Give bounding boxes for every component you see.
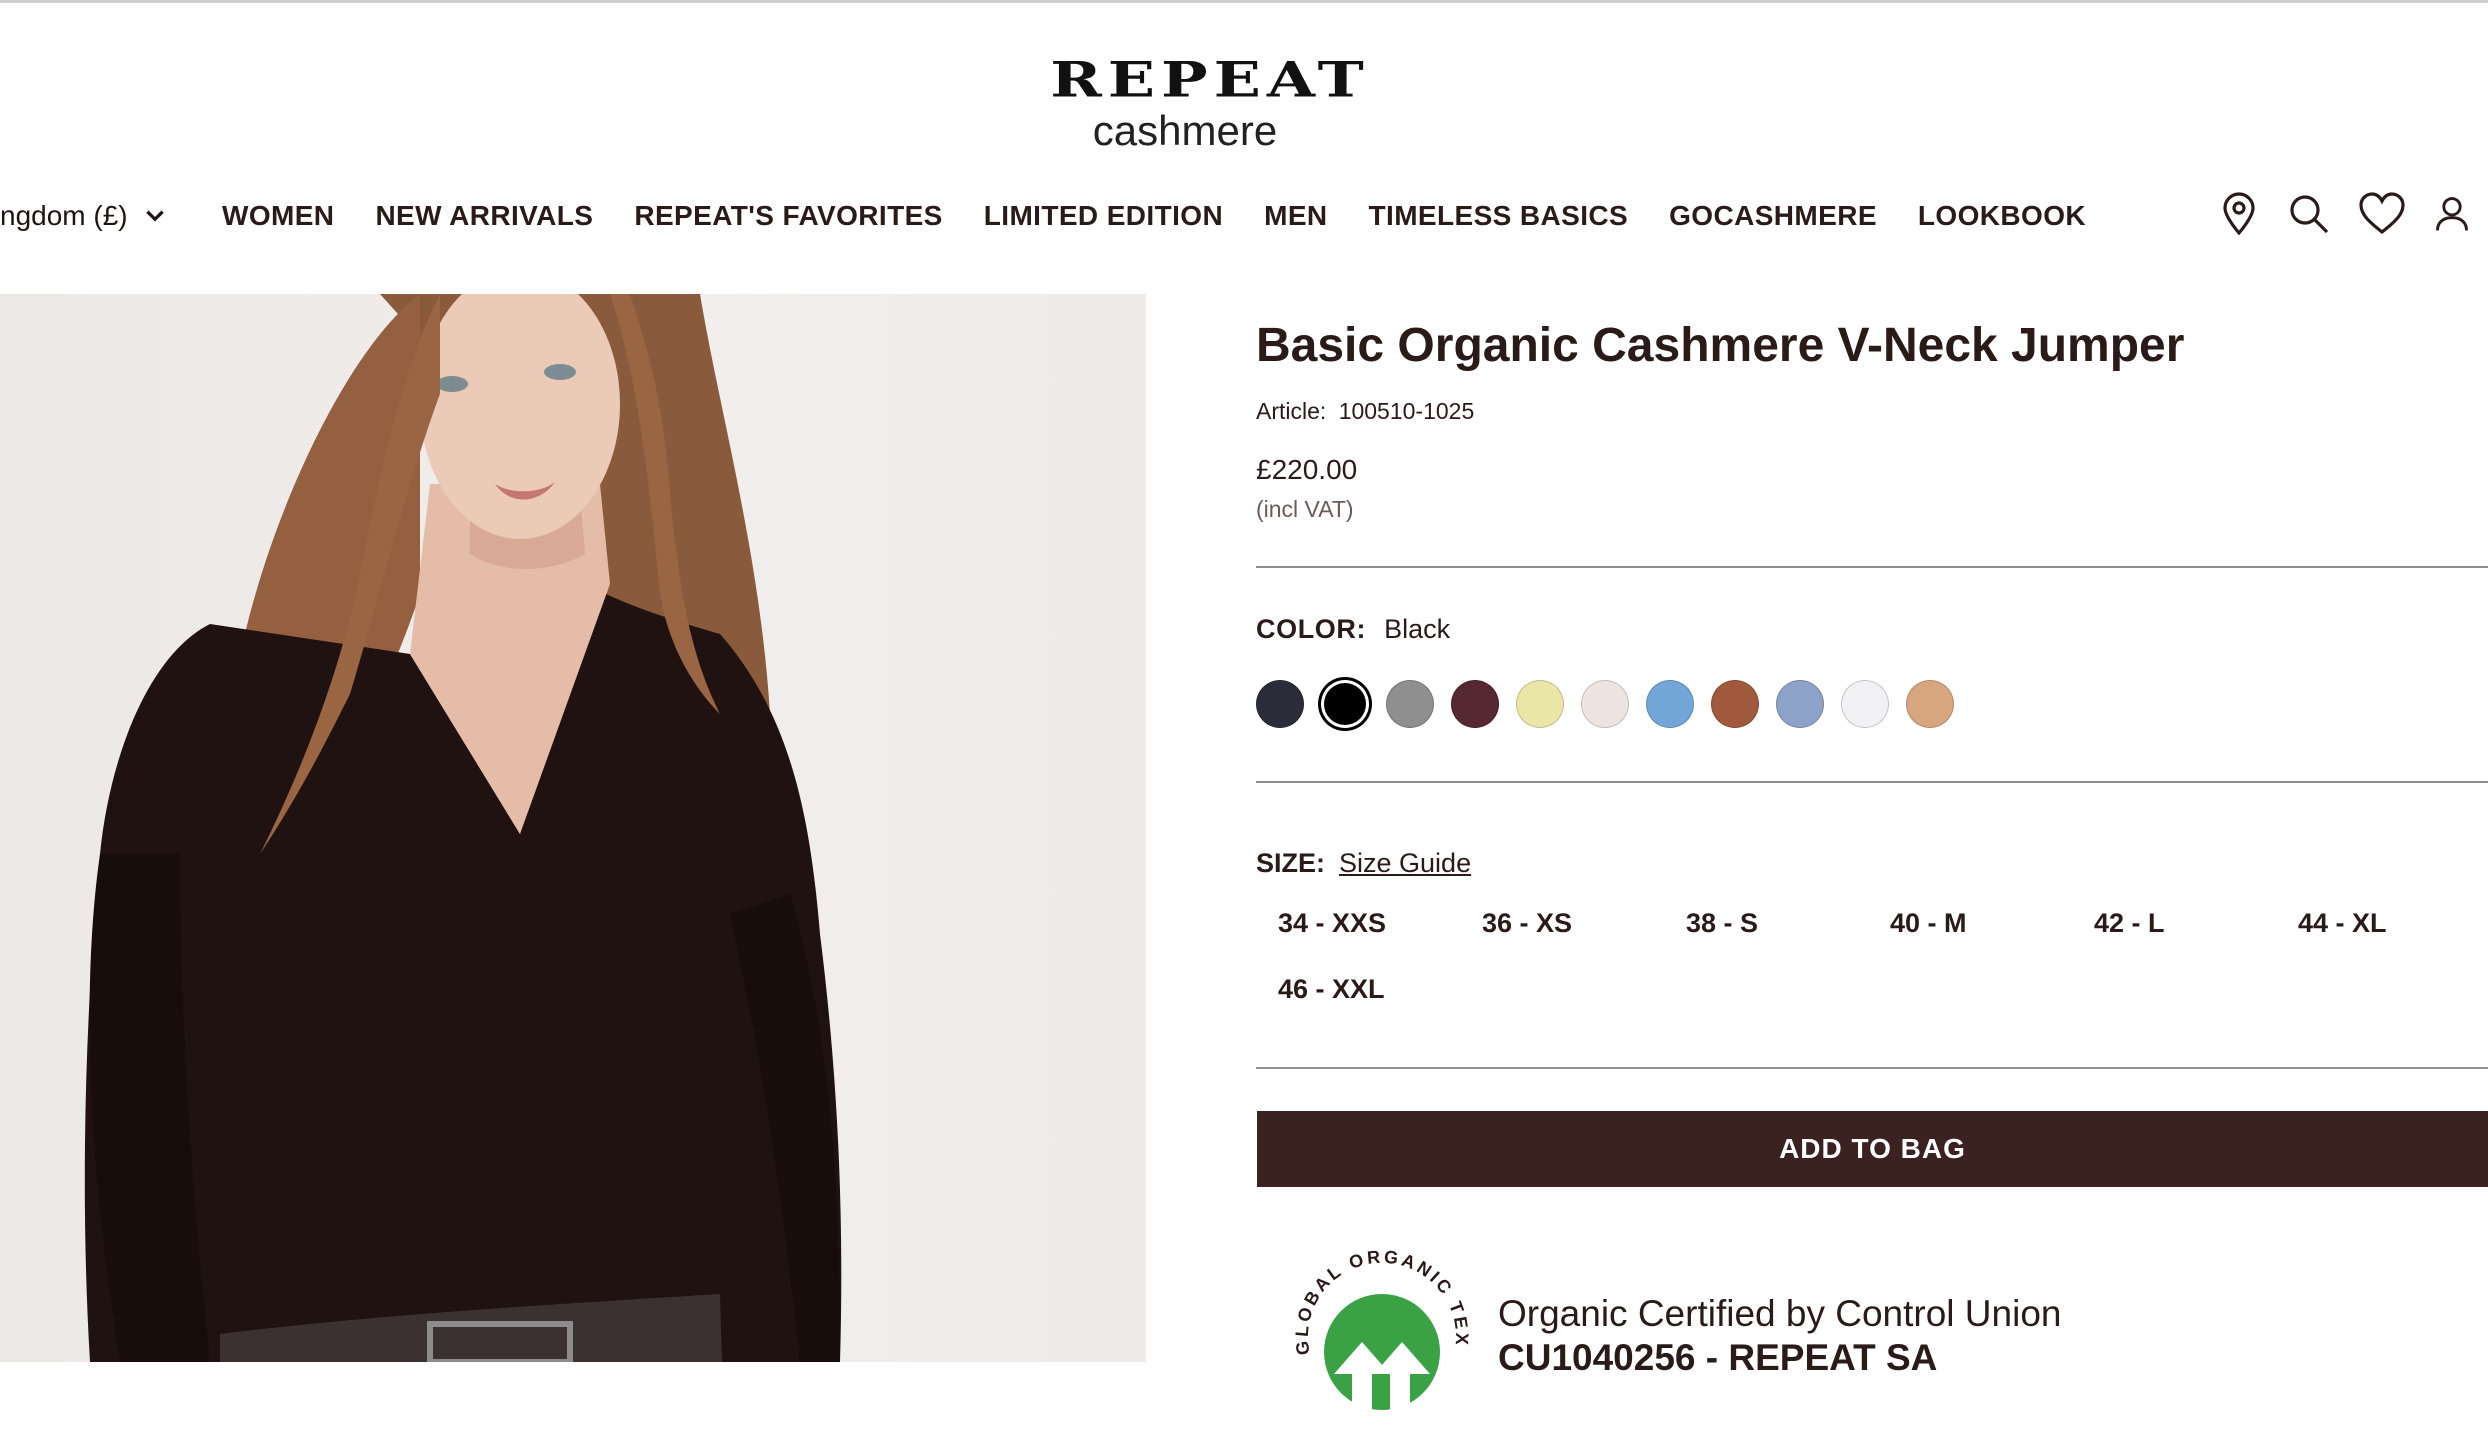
add-to-bag-button[interactable]: ADD TO BAG xyxy=(1257,1111,2488,1187)
size-option-38-s[interactable]: 38 - S xyxy=(1686,908,1758,939)
size-option-34-xxs[interactable]: 34 - XXS xyxy=(1278,908,1386,939)
color-swatch[interactable] xyxy=(1646,680,1694,728)
model-illustration xyxy=(84,294,842,1362)
main-nav: WOMEN NEW ARRIVALS REPEAT'S FAVORITES LI… xyxy=(222,199,2086,233)
color-swatches xyxy=(1256,680,1954,728)
size-option-44-xl[interactable]: 44 - XL xyxy=(2298,908,2387,939)
location-pin-icon[interactable] xyxy=(2216,191,2262,237)
nav-item-new-arrivals[interactable]: NEW ARRIVALS xyxy=(375,199,593,233)
product-info: Basic Organic Cashmere V-Neck Jumper Art… xyxy=(1256,294,2488,1434)
search-icon[interactable] xyxy=(2286,191,2332,237)
color-swatch[interactable] xyxy=(1776,680,1824,728)
size-option-40-m[interactable]: 40 - M xyxy=(1890,908,1967,939)
heart-icon[interactable] xyxy=(2356,191,2408,237)
size-option-36-xs[interactable]: 36 - XS xyxy=(1482,908,1572,939)
size-option-46-xxl[interactable]: 46 - XXL xyxy=(1278,974,1385,1005)
nav-item-limited-edition[interactable]: LIMITED EDITION xyxy=(984,199,1223,233)
nav-item-repeats-favorites[interactable]: REPEAT'S FAVORITES xyxy=(634,199,942,233)
color-swatch[interactable] xyxy=(1516,680,1564,728)
color-swatch[interactable] xyxy=(1906,680,1954,728)
size-option-42-l[interactable]: 42 - L xyxy=(2094,908,2165,939)
cert-line-2: CU1040256 - REPEAT SA xyxy=(1498,1337,1938,1378)
account-icon[interactable] xyxy=(2432,191,2472,237)
color-swatch[interactable] xyxy=(1581,680,1629,728)
divider xyxy=(1256,781,2488,783)
divider xyxy=(1256,1067,2488,1069)
color-label: COLOR: xyxy=(1256,614,1367,644)
size-guide-link[interactable]: Size Guide xyxy=(1339,848,1471,878)
color-swatch[interactable] xyxy=(1451,680,1499,728)
header-icons xyxy=(2216,191,2472,237)
site-header: REPEAT cashmere ngdom (£) WOMEN NEW ARRI… xyxy=(0,3,2488,294)
certification-text: Organic Certified by Control Union CU104… xyxy=(1498,1292,2061,1380)
nav-item-lookbook[interactable]: LOOKBOOK xyxy=(1918,199,2086,233)
color-heading: COLOR: Black xyxy=(1256,614,1450,645)
size-heading: SIZE: Size Guide xyxy=(1256,848,1471,879)
organic-certification-icon: GLOBAL ORGANIC TEXTILE STANDARD xyxy=(1282,1234,1469,1434)
nav-item-gocashmere[interactable]: GOCASHMERE xyxy=(1669,199,1877,233)
size-label: SIZE: xyxy=(1256,848,1326,878)
product-price: £220.00 xyxy=(1256,454,1358,485)
nav-item-timeless-basics[interactable]: TIMELESS BASICS xyxy=(1369,199,1629,233)
divider xyxy=(1256,566,2488,568)
color-swatch[interactable] xyxy=(1256,680,1304,728)
cert-line-1: Organic Certified by Control Union xyxy=(1498,1293,2062,1334)
region-selector[interactable]: ngdom (£) xyxy=(0,200,168,232)
product-title: Basic Organic Cashmere V-Neck Jumper xyxy=(1256,319,2185,372)
article-value: 100510-1025 xyxy=(1338,398,1475,424)
article-label: Article: xyxy=(1256,398,1327,424)
brand-logo-subtitle[interactable]: cashmere xyxy=(960,107,1410,155)
product-image[interactable] xyxy=(0,294,1146,1362)
selected-color-name: Black xyxy=(1384,614,1451,644)
nav-item-women[interactable]: WOMEN xyxy=(222,199,334,233)
brand-logo[interactable]: REPEAT xyxy=(960,55,1460,105)
article-number: Article: 100510-1025 xyxy=(1256,398,1474,425)
region-label: ngdom (£) xyxy=(0,200,128,231)
color-swatch[interactable] xyxy=(1324,683,1366,725)
nav-item-men[interactable]: MEN xyxy=(1264,199,1327,233)
color-swatch[interactable] xyxy=(1841,680,1889,728)
color-swatch[interactable] xyxy=(1711,680,1759,728)
color-swatch[interactable] xyxy=(1386,680,1434,728)
chevron-down-icon xyxy=(145,210,164,222)
vat-note: (incl VAT) xyxy=(1256,496,1354,522)
